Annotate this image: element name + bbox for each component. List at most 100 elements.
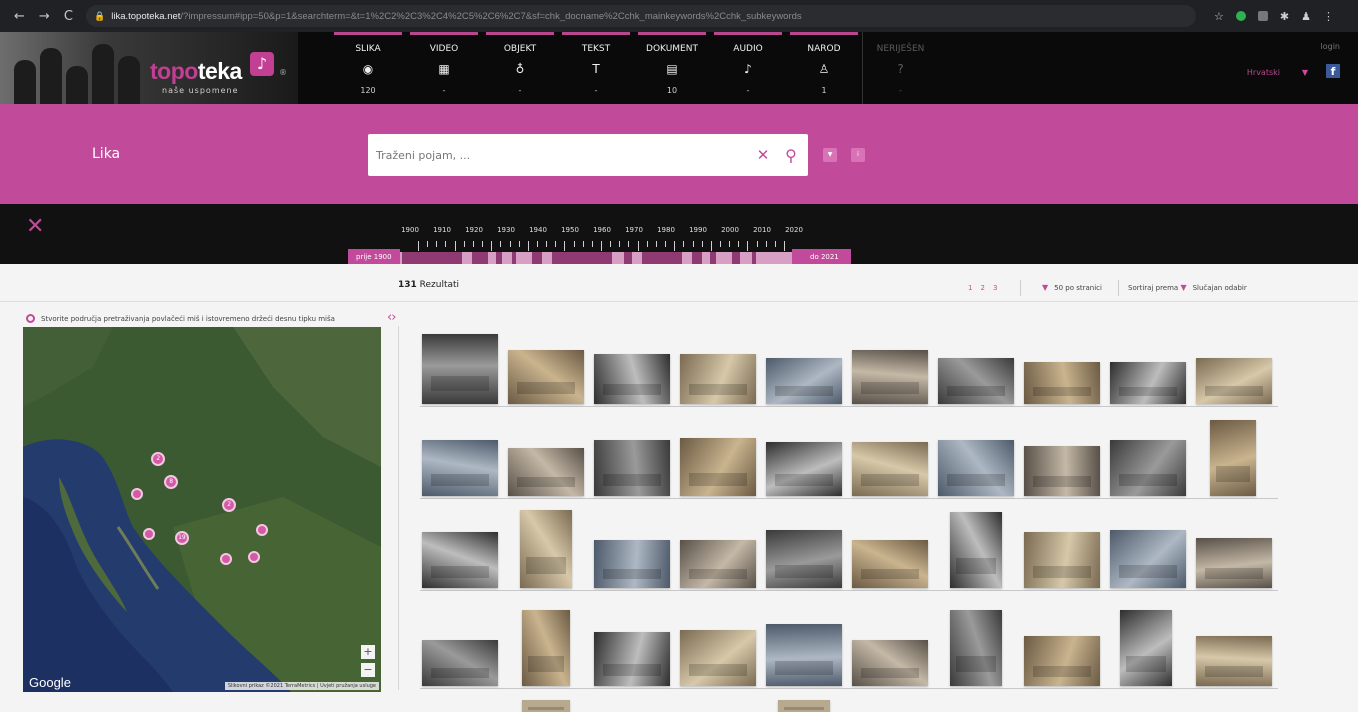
result-thumbnail[interactable] <box>594 632 670 686</box>
map-attribution[interactable]: Slikovni prikaz ©2021 TerraMetrics | Uvj… <box>224 682 379 690</box>
result-thumbnail[interactable] <box>680 630 756 686</box>
result-thumbnail[interactable] <box>680 540 756 588</box>
map-marker[interactable]: 2 <box>222 498 237 513</box>
panel-toggle-icon[interactable]: ‹› <box>387 310 396 325</box>
timeline-track[interactable] <box>392 252 792 264</box>
map[interactable]: 2 8 2 19 + − Google Slikovni prikaz ©2021 T… <box>23 327 381 692</box>
tab-tekst[interactable]: TEKST T - <box>558 32 634 104</box>
zoom-in-button[interactable]: + <box>361 645 375 659</box>
result-thumbnail[interactable] <box>422 334 498 404</box>
result-thumbnail[interactable] <box>1120 610 1172 686</box>
sort-select[interactable]: Sortiraj prema ▼ Slučajan odabir <box>1128 283 1247 292</box>
menu-dots-icon[interactable]: ⋮ <box>1323 10 1334 23</box>
clear-icon[interactable]: ✕ <box>752 146 774 164</box>
result-thumbnail[interactable] <box>1210 420 1256 496</box>
result-thumbnail[interactable] <box>522 700 570 712</box>
map-marker[interactable] <box>220 553 233 566</box>
reload-icon[interactable]: C <box>64 9 73 24</box>
search-info-button[interactable]: i <box>851 148 865 162</box>
map-marker[interactable] <box>143 527 156 540</box>
language-dropdown-icon[interactable]: ▼ <box>1302 68 1308 77</box>
tab-nerijesen[interactable]: NERIJEŠEN? - <box>862 32 938 104</box>
timeline-tick <box>500 241 502 247</box>
result-thumbnail[interactable] <box>1196 636 1272 686</box>
map-marker[interactable]: 8 <box>164 475 179 490</box>
star-icon[interactable]: ☆ <box>1214 10 1224 23</box>
result-thumbnail[interactable] <box>680 438 756 496</box>
per-page-select[interactable]: ▼ 50 po stranici <box>1042 283 1102 292</box>
login-link[interactable]: login <box>1321 42 1341 51</box>
map-marker[interactable]: 19 <box>174 530 189 545</box>
result-thumbnail[interactable] <box>1024 532 1100 588</box>
result-thumbnail[interactable] <box>508 448 584 496</box>
result-thumbnail[interactable] <box>1024 446 1100 496</box>
result-thumbnail[interactable] <box>852 350 928 404</box>
map-marker[interactable] <box>130 488 143 501</box>
tab-slika[interactable]: SLIKA ◉ 120 <box>330 32 406 104</box>
search-box: ✕ ⚲ <box>368 134 808 176</box>
search-options-button[interactable]: ▼ <box>823 148 837 162</box>
tab-count: 1 <box>821 86 827 95</box>
result-thumbnail[interactable] <box>680 354 756 404</box>
result-thumbnail[interactable] <box>766 530 842 588</box>
result-thumbnail[interactable] <box>520 510 572 588</box>
tab-narod[interactable]: NAROD ♙ 1 <box>786 32 862 104</box>
result-thumbnail[interactable] <box>938 440 1014 496</box>
result-thumbnail[interactable] <box>594 354 670 404</box>
timeline-year-label: 2020 <box>785 226 803 234</box>
timeline-start-handle[interactable]: prije 1900 <box>348 249 400 265</box>
result-thumbnail[interactable] <box>950 610 1002 686</box>
page-1[interactable]: 1 <box>968 284 972 292</box>
result-thumbnail[interactable] <box>422 640 498 686</box>
page-2[interactable]: 2 <box>980 284 984 292</box>
tab-dokument[interactable]: DOKUMENT ▤ 10 <box>634 32 710 104</box>
search-icon[interactable]: ⚲ <box>774 146 808 165</box>
result-thumbnail[interactable] <box>766 358 842 404</box>
url-host: lika.topoteka.net <box>111 10 181 22</box>
puzzle-icon[interactable]: ✱ <box>1280 10 1289 23</box>
language-select[interactable]: Hrvatski <box>1247 68 1280 77</box>
search-input[interactable] <box>368 135 752 175</box>
extension-square-icon[interactable] <box>1257 11 1268 21</box>
extension-green-icon[interactable] <box>1235 11 1246 21</box>
result-thumbnail[interactable] <box>422 532 498 588</box>
timeline-year-label: 1940 <box>529 226 547 234</box>
result-thumbnail[interactable] <box>594 440 670 496</box>
map-marker[interactable] <box>256 523 269 536</box>
facebook-icon[interactable]: f <box>1326 64 1340 78</box>
result-thumbnail[interactable] <box>852 442 928 496</box>
result-thumbnail[interactable] <box>522 610 570 686</box>
tab-audio[interactable]: AUDIO ♪ - <box>710 32 786 104</box>
profile-icon[interactable]: ♟ <box>1301 10 1311 23</box>
forward-arrow-icon[interactable]: → <box>39 9 50 24</box>
result-thumbnail[interactable] <box>852 640 928 686</box>
zoom-out-button[interactable]: − <box>361 663 375 677</box>
result-thumbnail[interactable] <box>594 540 670 588</box>
result-thumbnail[interactable] <box>1196 538 1272 588</box>
tab-video[interactable]: VIDEO ▦ - <box>406 32 482 104</box>
result-thumbnail[interactable] <box>1024 636 1100 686</box>
timeline-tick <box>765 241 767 247</box>
result-thumbnail[interactable] <box>1110 362 1186 404</box>
timeline-end-handle[interactable]: do 2021 <box>792 249 851 265</box>
result-thumbnail[interactable] <box>422 440 498 496</box>
result-thumbnail[interactable] <box>1196 358 1272 404</box>
map-marker[interactable]: 2 <box>151 452 166 467</box>
result-thumbnail[interactable] <box>938 358 1014 404</box>
result-thumbnail[interactable] <box>950 512 1002 588</box>
close-icon[interactable]: ✕ <box>26 214 44 239</box>
result-thumbnail[interactable] <box>1024 362 1100 404</box>
map-marker[interactable] <box>248 550 261 563</box>
result-thumbnail[interactable] <box>1110 440 1186 496</box>
result-thumbnail[interactable] <box>778 700 830 712</box>
page-3[interactable]: 3 <box>993 284 997 292</box>
result-thumbnail[interactable] <box>766 624 842 686</box>
result-thumbnail[interactable] <box>508 350 584 404</box>
result-thumbnail[interactable] <box>1110 530 1186 588</box>
logo[interactable]: topoteka ♪ ® naše uspomene <box>0 32 298 104</box>
tab-objekt[interactable]: OBJEKT ♁ - <box>482 32 558 104</box>
address-bar[interactable]: 🔒 lika.topoteka.net /?impressum#ipp=50&p… <box>86 5 1196 27</box>
result-thumbnail[interactable] <box>852 540 928 588</box>
result-thumbnail[interactable] <box>766 442 842 496</box>
back-arrow-icon[interactable]: ← <box>14 9 25 24</box>
